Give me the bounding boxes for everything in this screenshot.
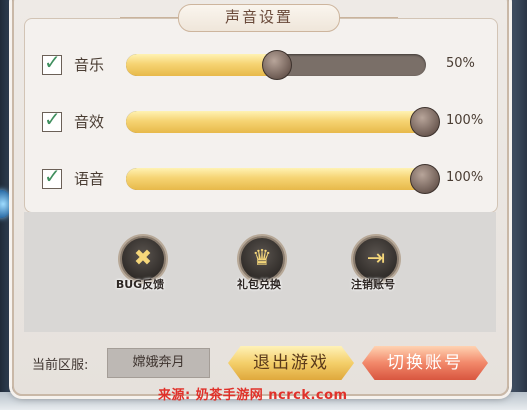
voice-label: 语音: [74, 170, 105, 188]
music-row: ✓ 音乐 50%: [42, 50, 492, 80]
cancel-account-label: 注销账号: [351, 278, 395, 291]
music-label: 音乐: [74, 56, 105, 74]
voice-volume-value: 100%: [446, 170, 484, 185]
voice-row: ✓ 语音 100%: [42, 164, 492, 194]
title-divider-left: [120, 17, 178, 18]
music-volume-value: 50%: [446, 56, 475, 71]
voice-checkbox[interactable]: ✓: [42, 164, 62, 189]
server-name: 嫦娥奔月: [132, 355, 185, 370]
sfx-checkbox[interactable]: ✓: [42, 107, 62, 132]
music-checkbox[interactable]: ✓: [42, 50, 62, 75]
music-slider-fill: [126, 54, 276, 76]
bug-report-label: BUG反馈: [115, 278, 165, 291]
gift-redeem-label: 礼包兑换: [237, 278, 281, 291]
sfx-volume-slider[interactable]: [126, 107, 440, 137]
switch-account-button[interactable]: 切换账号: [362, 346, 488, 380]
exit-game-button[interactable]: 退出游戏: [228, 346, 354, 380]
cancel-account-button[interactable]: ⇥ 注销账号: [333, 236, 413, 306]
gift-redeem-button[interactable]: ♛ 礼包兑换: [219, 236, 299, 306]
voice-volume-slider[interactable]: [126, 164, 440, 194]
checkmark-icon: ✓: [44, 164, 61, 188]
server-name-box: 嫦娥奔月: [107, 348, 210, 378]
sfx-volume-value: 100%: [446, 113, 484, 128]
sound-settings-title-badge: 声音设置: [178, 4, 340, 32]
sfx-row: ✓ 音效 100%: [42, 107, 492, 137]
source-watermark: 来源: 奶茶手游网 ncrck.com: [158, 388, 348, 403]
voice-slider-fill: [126, 168, 426, 190]
checkmark-icon: ✓: [44, 50, 61, 74]
bug-report-button[interactable]: ✖ BUG反馈: [100, 236, 180, 306]
voice-slider-knob[interactable]: [410, 164, 440, 194]
sfx-slider-fill: [126, 111, 426, 133]
current-server-label: 当前区服:: [32, 358, 89, 373]
checkmark-icon: ✓: [44, 107, 61, 131]
music-slider-knob[interactable]: [262, 50, 292, 80]
music-volume-slider[interactable]: [126, 50, 426, 80]
title-divider-right: [338, 17, 398, 18]
sfx-slider-knob[interactable]: [410, 107, 440, 137]
sfx-label: 音效: [74, 113, 105, 131]
sound-settings-title: 声音设置: [224, 8, 293, 26]
